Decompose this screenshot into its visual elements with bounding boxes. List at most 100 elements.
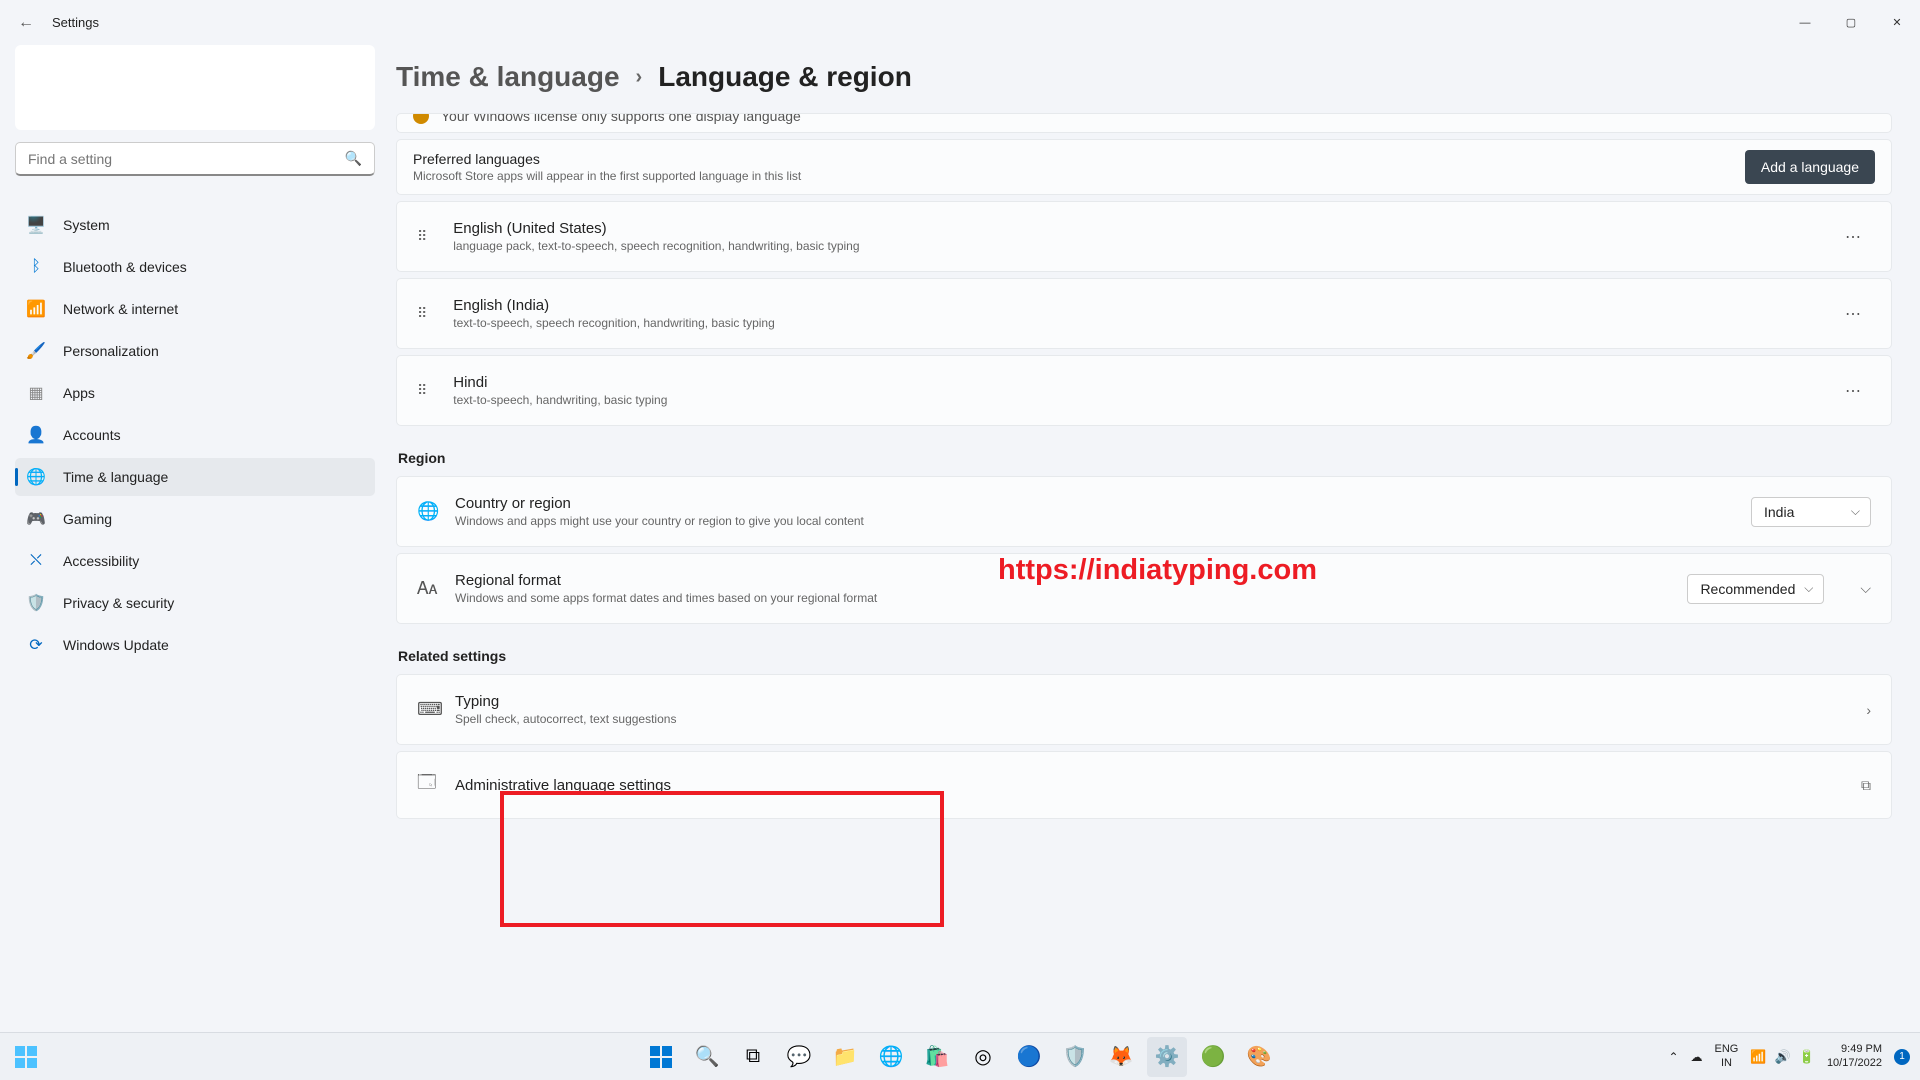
wifi-icon[interactable]: 📶 [1750, 1049, 1766, 1065]
sidebar-item-gaming[interactable]: 🎮Gaming [15, 500, 375, 538]
language-features: language pack, text-to-speech, speech re… [453, 239, 1837, 253]
sidebar-item-system[interactable]: 🖥️System [15, 206, 375, 244]
close-button[interactable]: ✕ [1874, 7, 1920, 39]
add-language-button[interactable]: Add a language [1745, 150, 1875, 184]
back-button[interactable]: ← [18, 14, 34, 32]
tray-chevron-icon[interactable]: ⌃ [1668, 1050, 1678, 1064]
sidebar-item-time-language[interactable]: 🌐 Time & language [15, 458, 375, 496]
search-button[interactable]: 🔍 [687, 1037, 727, 1077]
paint-icon[interactable]: 🎨 [1239, 1037, 1279, 1077]
sidebar-item-bluetooth-devices[interactable]: ᛒ Bluetooth & devices [15, 248, 375, 286]
related-label: Related settings [398, 648, 1890, 664]
language-features: text-to-speech, handwriting, basic typin… [453, 393, 1837, 407]
preferred-desc: Microsoft Store apps will appear in the … [413, 169, 801, 183]
admin-language-row[interactable]: 🗔 Administrative language settings ⧉ [396, 751, 1892, 819]
nav-label: Accounts [63, 427, 121, 443]
chevron-down-icon[interactable]: ⌵ [1860, 580, 1871, 597]
battery-icon[interactable]: 🔋 [1799, 1049, 1815, 1065]
chevron-right-icon: › [1866, 702, 1871, 718]
language-indicator[interactable]: ENG IN [1715, 1043, 1739, 1069]
store-button[interactable]: 🛍️ [917, 1037, 957, 1077]
nav-label: Apps [63, 385, 95, 401]
edge-button[interactable]: 🌐 [871, 1037, 911, 1077]
firefox-icon[interactable]: 🦊 [1101, 1037, 1141, 1077]
nav-icon: 📶 [27, 300, 45, 318]
widgets-button[interactable] [6, 1046, 46, 1068]
external-link-icon: ⧉ [1861, 777, 1871, 794]
content-area: Time & language › Language & region Your… [390, 45, 1920, 1035]
settings-taskbar-icon[interactable]: ⚙️ [1147, 1037, 1187, 1077]
maximize-button[interactable]: ▢ [1828, 7, 1874, 39]
admin-icon: 🗔 [417, 770, 435, 800]
search-box[interactable]: 🔍 [15, 142, 375, 176]
country-region-row[interactable]: 🌐 Country or region Windows and apps mig… [396, 476, 1892, 547]
language-row[interactable]: ⠿English (India)text-to-speech, speech r… [396, 278, 1892, 349]
nav-icon: 🖌️ [27, 342, 45, 360]
preferred-languages-section: Preferred languages Microsoft Store apps… [396, 139, 1892, 195]
breadcrumb-parent[interactable]: Time & language [396, 61, 620, 93]
nav-label: Windows Update [63, 637, 169, 653]
user-card[interactable] [15, 45, 375, 130]
more-options-button[interactable]: ⋯ [1837, 300, 1871, 328]
language-name: English (United States) [453, 220, 1837, 237]
nav-icon: 👤 [27, 426, 45, 444]
search-input[interactable] [28, 151, 345, 167]
chrome-icon[interactable]: 🟢 [1193, 1037, 1233, 1077]
language-row[interactable]: ⠿ Hindi text-to-speech, handwriting, basic… [396, 355, 1892, 426]
volume-icon[interactable]: 🔊 [1775, 1049, 1791, 1065]
more-options-button[interactable]: ⋯ [1837, 377, 1871, 405]
title-bar: ← Settings — ▢ ✕ [0, 0, 1920, 45]
sidebar-item-privacy-security[interactable]: 🛡️Privacy & security [15, 584, 375, 622]
nav-icon: 🌐 [27, 468, 45, 486]
region-label: Region [398, 450, 1890, 466]
app-icon-1[interactable]: ◎ [963, 1037, 1003, 1077]
nav-icon: ᛒ [27, 258, 45, 276]
breadcrumb: Time & language › Language & region [396, 61, 1892, 93]
language-row[interactable]: ⠿ English (United States) language pack, t… [396, 201, 1892, 272]
search-icon: 🔍 [345, 150, 362, 167]
nav-icon: ▦ [27, 384, 45, 402]
nav-label: Privacy & security [63, 595, 174, 611]
nav-label: Personalization [63, 343, 159, 359]
app-icon-2[interactable]: 🔵 [1009, 1037, 1049, 1077]
typing-row[interactable]: ⌨ Typing Spell check, autocorrect, text … [396, 674, 1892, 745]
widgets-icon [15, 1046, 37, 1068]
country-desc: Windows and apps might use your country … [455, 514, 1731, 528]
chat-button[interactable]: 💬 [779, 1037, 819, 1077]
minimize-button[interactable]: — [1782, 7, 1828, 39]
country-dropdown[interactable]: India [1751, 497, 1871, 527]
sidebar-item-accounts[interactable]: 👤 Accounts [15, 416, 375, 454]
nav-label: Time & language [63, 469, 168, 485]
taskbar-center: 🔍 ⧉ 💬 📁 🌐 🛍️ ◎ 🔵 🛡️ 🦊 ⚙️ 🟢 🎨 [641, 1037, 1279, 1077]
taskbar-tray: ⌃ ☁ ENG IN 📶 🔊 🔋 9:49 PM 10/17/2022 1 [1668, 1043, 1910, 1069]
sidebar-item-network-internet[interactable]: 📶Network & internet [15, 290, 375, 328]
nav-icon: ⛌ [27, 552, 45, 570]
warning-banner: Your Windows license only supports one d… [396, 113, 1892, 133]
onedrive-icon[interactable]: ☁ [1691, 1050, 1703, 1064]
task-view-button[interactable]: ⧉ [733, 1037, 773, 1077]
mcafee-icon[interactable]: 🛡️ [1055, 1037, 1095, 1077]
warning-icon [413, 113, 429, 124]
sidebar-item-windows-update[interactable]: ⟳Windows Update [15, 626, 375, 664]
clock[interactable]: 9:49 PM 10/17/2022 [1827, 1043, 1882, 1069]
nav-icon: 🖥️ [27, 216, 45, 234]
drag-handle-icon[interactable]: ⠿ [417, 382, 429, 399]
drag-handle-icon[interactable]: ⠿ [417, 228, 429, 245]
notification-badge[interactable]: 1 [1894, 1049, 1910, 1065]
app-title: Settings [52, 15, 99, 30]
drag-handle-icon[interactable]: ⠿ [417, 305, 429, 322]
preferred-title: Preferred languages [413, 151, 801, 167]
taskbar: 🔍 ⧉ 💬 📁 🌐 🛍️ ◎ 🔵 🛡️ 🦊 ⚙️ 🟢 🎨 ⌃ ☁ ENG IN … [0, 1032, 1920, 1080]
typing-title: Typing [455, 693, 1830, 710]
language-name: Hindi [453, 374, 1837, 391]
nav-list: 🖥️System ᛒ Bluetooth & devices 📶Network & i… [15, 204, 375, 666]
more-options-button[interactable]: ⋯ [1837, 223, 1871, 251]
format-dropdown[interactable]: Recommended [1687, 574, 1824, 604]
sidebar-item-apps[interactable]: ▦ Apps [15, 374, 375, 412]
start-button[interactable] [641, 1037, 681, 1077]
nav-label: Bluetooth & devices [63, 259, 187, 275]
sidebar-item-accessibility[interactable]: ⛌Accessibility [15, 542, 375, 580]
sidebar-item-personalization[interactable]: 🖌️ Personalization [15, 332, 375, 370]
file-explorer-button[interactable]: 📁 [825, 1037, 865, 1077]
format-desc: Windows and some apps format dates and t… [455, 591, 1667, 605]
